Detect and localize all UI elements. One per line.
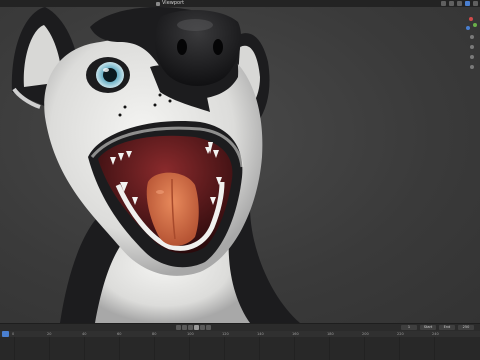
axis-y-icon[interactable] bbox=[473, 23, 477, 27]
ruler-tick: 100 bbox=[187, 332, 194, 336]
grid-line bbox=[294, 337, 295, 360]
ruler-tick: 0 bbox=[12, 332, 15, 336]
camera-view-icon[interactable] bbox=[470, 55, 474, 59]
shading-controls bbox=[441, 1, 478, 6]
ruler-tick: 40 bbox=[82, 332, 87, 336]
shading-options-icon[interactable] bbox=[473, 1, 478, 6]
frame-range: 1 Start End 250 bbox=[401, 325, 474, 330]
rendered-shading-icon[interactable] bbox=[465, 1, 470, 6]
grid-line bbox=[119, 337, 120, 360]
navigation-gizmo[interactable] bbox=[464, 13, 478, 73]
ruler-tick: 120 bbox=[222, 332, 229, 336]
grid-line bbox=[329, 337, 330, 360]
viewport-header: Viewport bbox=[0, 0, 480, 7]
current-frame-field[interactable]: 1 bbox=[401, 325, 417, 330]
grid-line bbox=[259, 337, 260, 360]
axis-z-icon[interactable] bbox=[466, 26, 470, 30]
zoom-icon[interactable] bbox=[470, 35, 474, 39]
prev-keyframe-icon[interactable] bbox=[182, 325, 187, 330]
3d-viewport[interactable] bbox=[0, 7, 480, 323]
timeline-header: 1 Start End 250 bbox=[0, 323, 480, 331]
ruler-tick: 140 bbox=[257, 332, 264, 336]
grid-line bbox=[224, 337, 225, 360]
play-icon[interactable] bbox=[194, 325, 199, 330]
end-frame-label: End bbox=[439, 325, 455, 330]
timeline-track-area[interactable] bbox=[0, 337, 480, 360]
ruler-tick: 240 bbox=[432, 332, 439, 336]
viewport-label: Viewport bbox=[162, 0, 185, 6]
jump-end-icon[interactable] bbox=[206, 325, 211, 330]
grid-line bbox=[14, 337, 15, 360]
grid-line bbox=[434, 337, 435, 360]
viewport-mode-selector[interactable]: Viewport bbox=[156, 0, 184, 7]
jump-start-icon[interactable] bbox=[176, 325, 181, 330]
axis-x-icon[interactable] bbox=[469, 17, 473, 21]
ruler-tick: 200 bbox=[362, 332, 369, 336]
wireframe-shading-icon[interactable] bbox=[441, 1, 446, 6]
ruler-tick: 80 bbox=[152, 332, 157, 336]
viewport-icon bbox=[156, 1, 160, 6]
material-shading-icon[interactable] bbox=[457, 1, 462, 6]
perspective-toggle-icon[interactable] bbox=[470, 65, 474, 69]
pan-icon[interactable] bbox=[470, 45, 474, 49]
grid-line bbox=[49, 337, 50, 360]
rendered-character-image bbox=[11, 7, 300, 323]
ruler-tick: 220 bbox=[397, 332, 404, 336]
grid-line bbox=[399, 337, 400, 360]
ruler-tick: 60 bbox=[117, 332, 122, 336]
play-reverse-icon[interactable] bbox=[188, 325, 193, 330]
next-keyframe-icon[interactable] bbox=[200, 325, 205, 330]
ruler-tick: 20 bbox=[47, 332, 52, 336]
playback-controls bbox=[176, 325, 211, 330]
grid-line bbox=[154, 337, 155, 360]
grid-line bbox=[189, 337, 190, 360]
grid-line bbox=[364, 337, 365, 360]
end-frame-field[interactable]: 250 bbox=[458, 325, 474, 330]
solid-shading-icon[interactable] bbox=[449, 1, 454, 6]
ruler-tick: 180 bbox=[327, 332, 334, 336]
start-frame-field[interactable]: Start bbox=[420, 325, 436, 330]
ruler-tick: 160 bbox=[292, 332, 299, 336]
grid-line bbox=[84, 337, 85, 360]
